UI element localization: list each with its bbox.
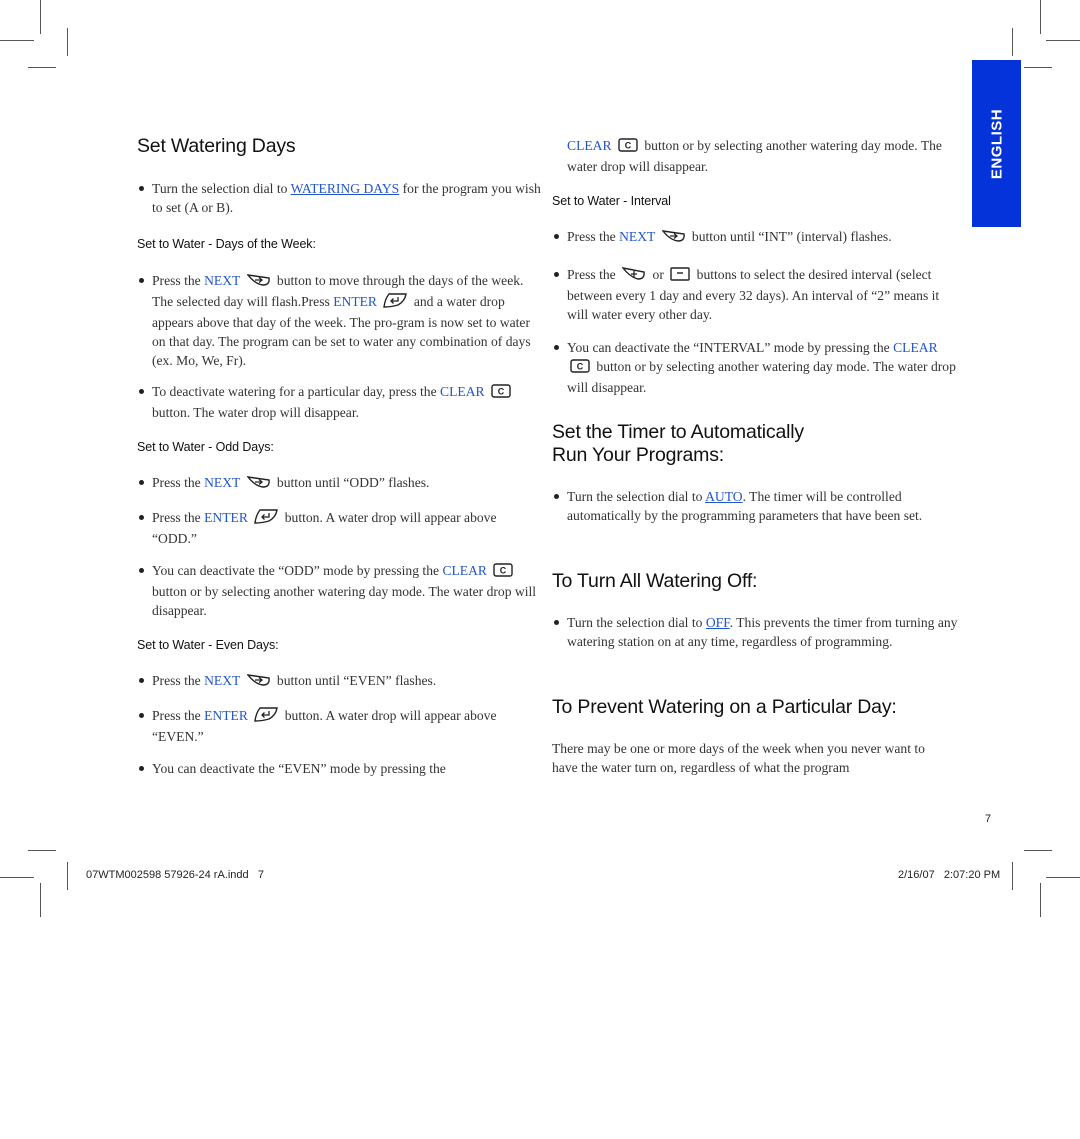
subheading-interval: Set to Water - Interval bbox=[552, 194, 671, 208]
svg-text:C: C bbox=[498, 387, 505, 397]
list-item: You can deactivate the “ODD” mode by pre… bbox=[137, 561, 544, 620]
language-label: ENGLISH bbox=[988, 108, 1005, 179]
crop-mark bbox=[40, 883, 41, 917]
clear-keyword: CLEAR bbox=[440, 384, 485, 399]
section-title-auto: Set the Timer to Automatically Run Your … bbox=[552, 421, 804, 466]
minus-button-icon bbox=[670, 267, 690, 286]
svg-text:C: C bbox=[500, 566, 507, 576]
section-title-prevent: To Prevent Watering on a Particular Day: bbox=[552, 696, 897, 718]
crop-mark bbox=[28, 850, 56, 851]
next-button-icon bbox=[245, 673, 271, 692]
footer-filename: 07WTM002598 57926-24 rA.indd 7 bbox=[86, 869, 264, 881]
subheading-even-days: Set to Water - Even Days: bbox=[137, 638, 279, 652]
subheading-odd-days: Set to Water - Odd Days: bbox=[137, 440, 274, 454]
list-item: Turn the selection dial to AUTO. The tim… bbox=[552, 487, 962, 525]
next-keyword: NEXT bbox=[619, 229, 656, 244]
list-item: Press the or buttons to select the desir… bbox=[552, 265, 962, 324]
plus-button-icon bbox=[621, 266, 646, 286]
continued-text: CLEAR C button or by selecting another w… bbox=[567, 138, 942, 174]
crop-mark bbox=[0, 877, 34, 878]
crop-mark bbox=[40, 0, 41, 34]
subheading-days-of-week: Set to Water - Days of the Week: bbox=[137, 237, 316, 251]
clear-keyword: CLEAR bbox=[893, 340, 938, 355]
crop-mark bbox=[0, 40, 34, 41]
watering-days-link[interactable]: WATERING DAYS bbox=[291, 181, 400, 196]
enter-keyword: ENTER bbox=[333, 294, 377, 309]
crop-mark bbox=[28, 67, 56, 68]
next-button-icon bbox=[245, 475, 271, 494]
crop-mark bbox=[1012, 862, 1013, 890]
clear-button-icon: C bbox=[491, 384, 511, 403]
crop-mark bbox=[1024, 67, 1052, 68]
auto-link[interactable]: AUTO bbox=[705, 489, 743, 504]
footer-timestamp: 2/16/07 2:07:20 PM bbox=[898, 869, 1001, 881]
next-keyword: NEXT bbox=[204, 273, 241, 288]
crop-mark bbox=[1040, 883, 1041, 917]
page-number: 7 bbox=[985, 813, 992, 825]
svg-text:C: C bbox=[625, 141, 632, 151]
list-item: Press the NEXT button to move through th… bbox=[137, 271, 544, 370]
section-title-set-watering-days: Set Watering Days bbox=[137, 135, 296, 157]
next-keyword: NEXT bbox=[204, 673, 241, 688]
crop-mark bbox=[1024, 850, 1052, 851]
list-item: Press the NEXT button until “ODD” flashe… bbox=[137, 473, 544, 494]
clear-button-icon: C bbox=[493, 563, 514, 582]
crop-mark bbox=[1040, 0, 1041, 34]
crop-mark bbox=[1012, 28, 1013, 56]
crop-mark bbox=[67, 28, 68, 56]
enter-keyword: ENTER bbox=[204, 708, 248, 723]
crop-mark bbox=[1046, 877, 1080, 878]
enter-button-icon bbox=[254, 707, 279, 727]
list-item: You can deactivate the “INTERVAL” mode b… bbox=[552, 338, 962, 397]
language-tab: ENGLISH bbox=[972, 60, 1021, 227]
enter-button-icon bbox=[254, 509, 279, 529]
list-item: Press the NEXT button until “INT” (inter… bbox=[552, 227, 962, 248]
prevent-paragraph: There may be one or more days of the wee… bbox=[552, 741, 925, 775]
crop-mark bbox=[1046, 40, 1080, 41]
enter-button-icon bbox=[383, 293, 408, 313]
svg-text:C: C bbox=[577, 362, 584, 372]
next-button-icon bbox=[245, 273, 271, 292]
off-link[interactable]: OFF bbox=[706, 615, 730, 630]
list-item: Press the ENTER button. A water drop wil… bbox=[137, 706, 544, 746]
enter-keyword: ENTER bbox=[204, 510, 248, 525]
clear-button-icon: C bbox=[618, 138, 638, 157]
crop-mark bbox=[67, 862, 68, 890]
next-keyword: NEXT bbox=[204, 475, 241, 490]
section-title-off: To Turn All Watering Off: bbox=[552, 570, 758, 592]
list-item: To deactivate watering for a particular … bbox=[137, 382, 544, 422]
list-item: Press the NEXT button until “EVEN” flash… bbox=[137, 671, 544, 692]
list-item: Turn the selection dial to OFF. This pre… bbox=[552, 613, 962, 651]
clear-button-icon: C bbox=[570, 359, 590, 378]
next-button-icon bbox=[660, 229, 686, 248]
list-item: Turn the selection dial to WATERING DAYS… bbox=[137, 179, 544, 217]
clear-keyword: CLEAR bbox=[567, 138, 612, 153]
list-item: Press the ENTER button. A water drop wil… bbox=[137, 508, 544, 548]
clear-keyword: CLEAR bbox=[442, 563, 487, 578]
list-item: You can deactivate the “EVEN” mode by pr… bbox=[137, 759, 544, 778]
